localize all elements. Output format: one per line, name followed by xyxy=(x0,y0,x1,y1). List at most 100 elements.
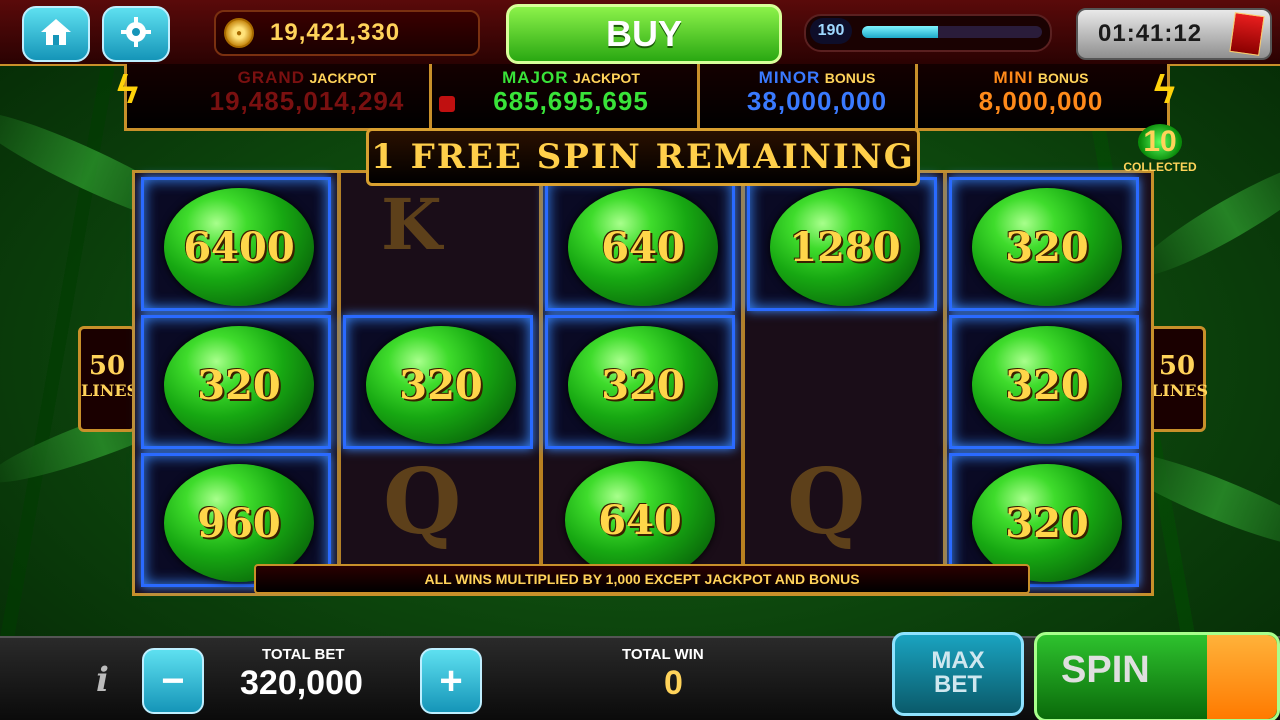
lines-count: 50 xyxy=(88,351,126,381)
emerald-gem-icon: 320 xyxy=(972,326,1122,444)
jackpot-divider xyxy=(915,64,918,128)
jackpot-suffix: BONUS xyxy=(1037,70,1089,86)
game-stage: ● 19,421,330 BUY 190 01:41:12 ϟ ϟ GRAND … xyxy=(0,0,1280,720)
level-progress: 190 xyxy=(804,14,1052,52)
jackpot-value: 19,485,014,294 xyxy=(209,86,405,116)
level-number: 190 xyxy=(810,18,852,44)
jackpot-minor: MINOR BONUS 38,000,000 xyxy=(707,68,927,124)
collected-label: COLLECTED xyxy=(1123,160,1197,174)
gem-value: 1280 xyxy=(789,223,901,271)
max-bet-button[interactable]: MAX BET xyxy=(892,632,1024,716)
total-win-value: 0 xyxy=(664,664,683,702)
jackpot-mini: MINI BONUS 8,000,000 xyxy=(941,68,1141,124)
lines-label: LINES xyxy=(81,381,139,400)
gem-value: 640 xyxy=(598,496,682,544)
home-button[interactable] xyxy=(22,6,90,62)
gem-value: 320 xyxy=(1005,361,1089,409)
increase-bet-button[interactable]: + xyxy=(420,648,482,714)
lines-count: 50 xyxy=(1158,351,1196,381)
reel-cell: 320 xyxy=(343,315,533,449)
jackpot-name: GRAND xyxy=(237,68,305,87)
jackpot-suffix: BONUS xyxy=(824,70,876,86)
coin-balance-box: ● 19,421,330 xyxy=(214,10,480,56)
gem-value: 320 xyxy=(1005,499,1089,547)
plus-icon: + xyxy=(439,658,463,703)
reel-divider xyxy=(943,173,947,593)
jackpot-divider xyxy=(429,64,432,128)
info-button[interactable]: i xyxy=(96,660,109,700)
lines-badge-left: 50 LINES xyxy=(78,326,139,432)
gem-value: 320 xyxy=(601,361,685,409)
lines-badge-right: 50 LINES xyxy=(1148,326,1209,432)
jackpot-major: MAJOR JACKPOT 685,695,695 xyxy=(453,68,689,124)
reel-cell: 1280 xyxy=(747,177,937,311)
reel-divider xyxy=(741,173,745,593)
gem-value: 320 xyxy=(399,361,483,409)
max-bet-line1: MAX xyxy=(931,647,985,674)
spin-label: SPIN xyxy=(1061,649,1150,691)
coin-icon: ● xyxy=(224,18,254,48)
level-bar xyxy=(862,26,1042,38)
jackpot-value: 8,000,000 xyxy=(978,86,1104,116)
jackpot-grand: GRAND JACKPOT 19,485,014,294 xyxy=(167,68,455,124)
collected-badge: 10 COLLECTED xyxy=(1122,124,1198,180)
ghost-symbol: Q xyxy=(787,449,866,555)
ghost-symbol: K xyxy=(381,183,442,266)
jackpot-suffix: JACKPOT xyxy=(309,70,377,86)
lines-label: LINES xyxy=(1151,381,1209,400)
jackpot-value: 38,000,000 xyxy=(746,86,888,116)
spin-accent xyxy=(1207,635,1277,719)
gear-icon xyxy=(120,16,152,53)
reel-divider xyxy=(539,173,543,593)
bottom-bar: i − TOTAL BET 320,000 + TOTAL WIN 0 MAX … xyxy=(0,632,1280,720)
jackpot-name: MINOR xyxy=(758,68,821,87)
collected-count: 10 xyxy=(1138,124,1182,160)
reel-divider xyxy=(337,173,341,593)
reel-cell: 320 xyxy=(949,177,1139,311)
jackpot-divider xyxy=(697,64,700,128)
multiplier-banner: ALL WINS MULTIPLIED BY 1,000 EXCEPT JACK… xyxy=(254,564,1030,594)
reel-grid: K Q Q 6400 640 1280 320 320 320 320 320 960 640 32… xyxy=(132,170,1154,596)
buy-button[interactable]: BUY xyxy=(506,4,782,64)
gem-value: 960 xyxy=(197,499,281,547)
gem-value: 640 xyxy=(601,223,685,271)
reel-cell: 320 xyxy=(949,315,1139,449)
total-bet-value: 320,000 xyxy=(240,664,363,702)
spin-button[interactable]: SPIN xyxy=(1034,632,1280,720)
top-bar: ● 19,421,330 BUY 190 01:41:12 xyxy=(0,0,1280,66)
free-spin-banner: 1 FREE SPIN REMAINING xyxy=(366,128,920,186)
gem-value: 320 xyxy=(197,361,281,409)
emerald-gem-icon: 640 xyxy=(565,461,715,579)
home-icon xyxy=(39,17,73,52)
decrease-bet-button[interactable]: − xyxy=(142,648,204,714)
emerald-gem-icon: 1280 xyxy=(770,188,920,306)
reel-cell: 320 xyxy=(545,315,735,449)
lightning-icon: ϟ xyxy=(1153,68,1175,112)
coin-balance: 19,421,330 xyxy=(270,19,401,46)
timer: 01:41:12 xyxy=(1098,20,1203,47)
jackpot-name: MINI xyxy=(993,68,1034,87)
lightning-icon: ϟ xyxy=(117,68,139,112)
jackpot-strip: ϟ ϟ GRAND JACKPOT 19,485,014,294 MAJOR J… xyxy=(117,64,1175,131)
gem-value: 6400 xyxy=(183,223,295,271)
gem-value: 320 xyxy=(1005,223,1089,271)
red-envelope-icon xyxy=(1229,12,1265,56)
total-win-label: TOTAL WIN xyxy=(622,646,704,663)
reel-cell: 640 xyxy=(545,177,735,311)
emerald-gem-icon: 320 xyxy=(164,326,314,444)
bonus-timer-button[interactable]: 01:41:12 xyxy=(1076,8,1272,60)
emerald-gem-icon: 640 xyxy=(568,188,718,306)
level-bar-fill xyxy=(862,26,938,38)
ghost-symbol: Q xyxy=(383,449,462,555)
emerald-gem-icon: 320 xyxy=(568,326,718,444)
emerald-gem-icon: 320 xyxy=(366,326,516,444)
emerald-gem-icon: 6400 xyxy=(164,188,314,306)
total-bet-label: TOTAL BET xyxy=(262,646,345,663)
reel-cell: 320 xyxy=(141,315,331,449)
max-bet-line2: BET xyxy=(934,671,982,698)
minus-icon: − xyxy=(161,658,185,703)
reel-cell: 6400 xyxy=(141,177,331,311)
jackpot-suffix: JACKPOT xyxy=(572,70,640,86)
settings-button[interactable] xyxy=(102,6,170,62)
emerald-gem-icon: 320 xyxy=(972,188,1122,306)
